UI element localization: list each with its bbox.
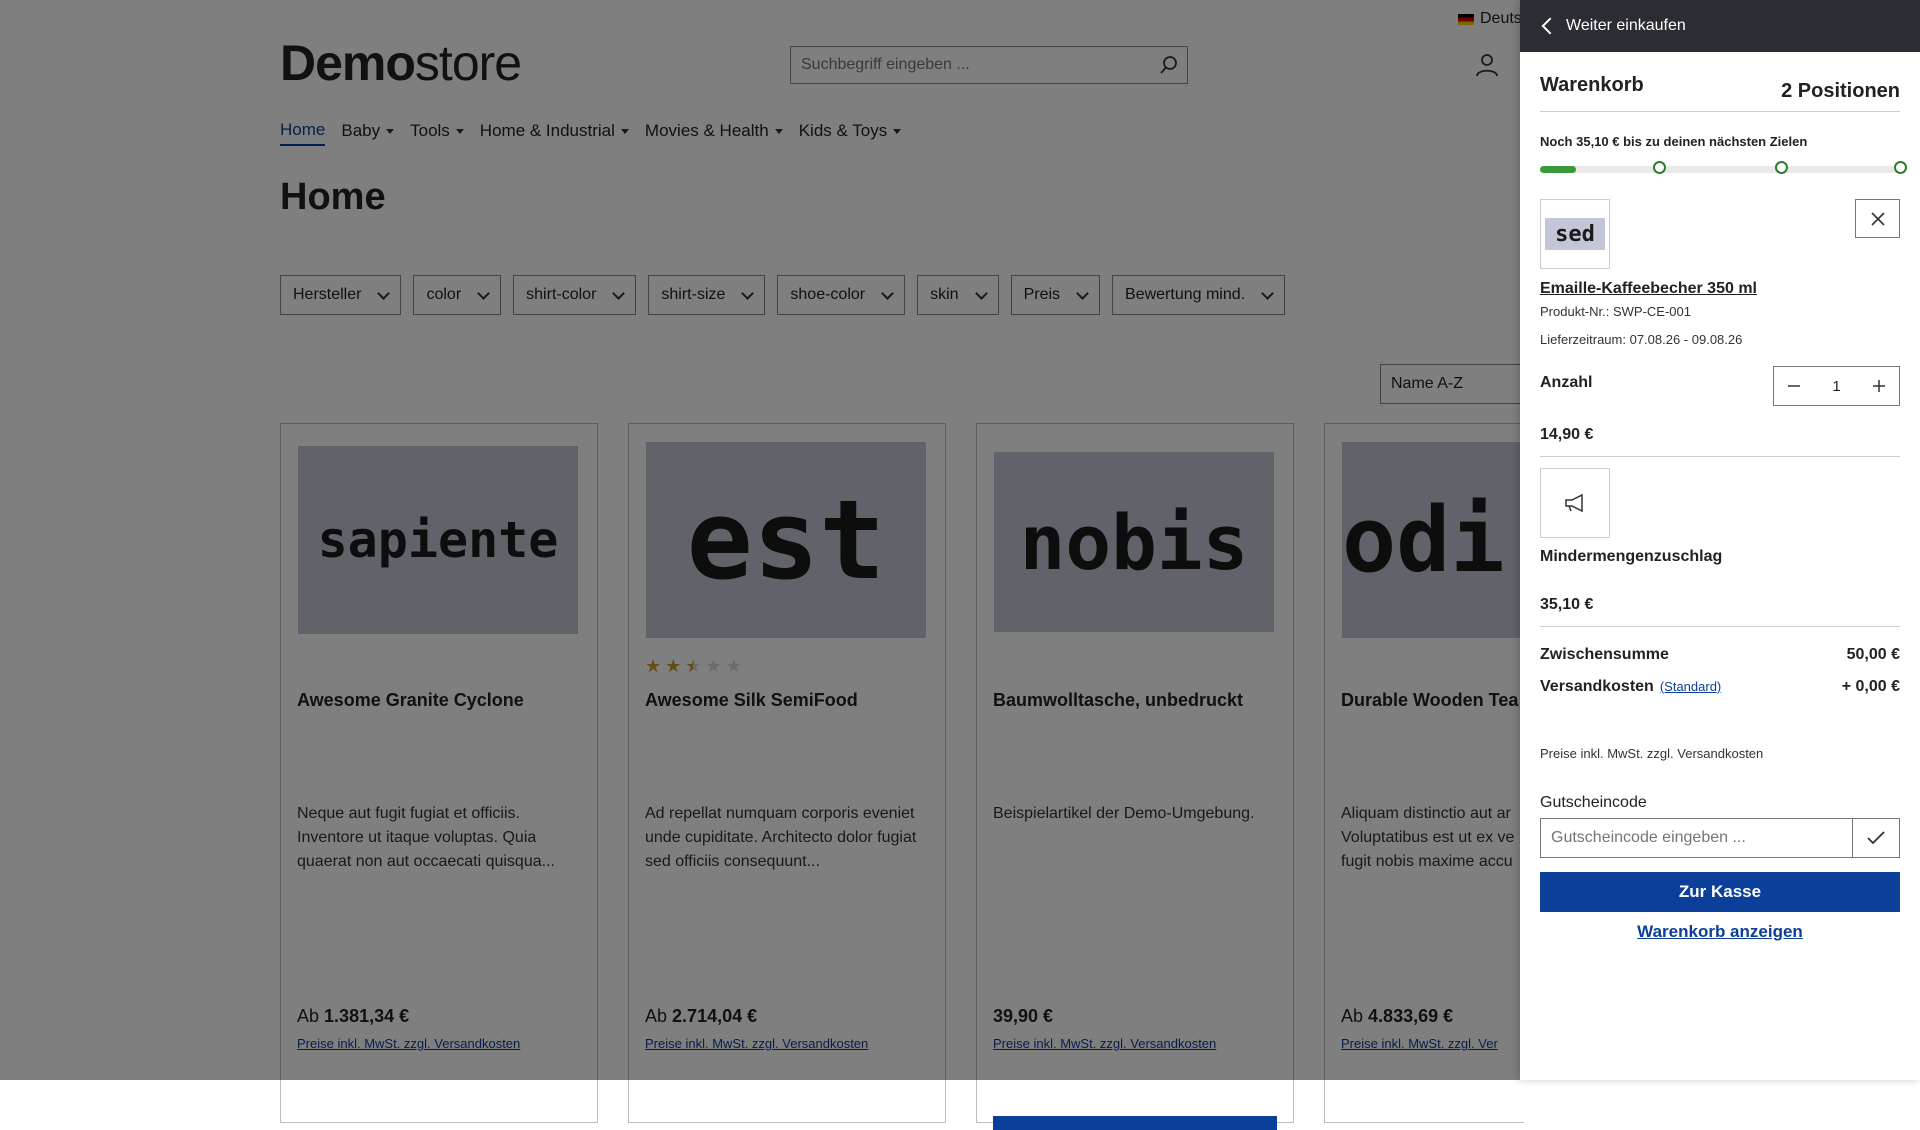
vat-note: Preise inkl. MwSt. zzgl. Versandkosten	[1540, 746, 1764, 761]
shipping-label-text: Versandkosten	[1540, 678, 1654, 695]
increase-quantity-button[interactable]	[1859, 367, 1899, 405]
voucher-input[interactable]	[1541, 819, 1852, 857]
continue-shopping-button[interactable]: Weiter einkaufen	[1520, 0, 1920, 52]
quantity-value[interactable]: 1	[1832, 378, 1840, 395]
checkmark-icon	[1867, 831, 1885, 845]
cart-item-count: 2 Positionen	[1781, 80, 1900, 102]
megaphone-icon	[1565, 493, 1583, 513]
cart-item-price: 14,90 €	[1540, 426, 1594, 443]
shipping-goal-text: Noch 35,10 € bis zu deinen nächsten Ziel…	[1540, 134, 1808, 149]
voucher-label: Gutscheincode	[1540, 794, 1647, 811]
remove-item-button[interactable]	[1855, 199, 1900, 238]
plus-icon	[1873, 380, 1885, 392]
quantity-stepper: 1	[1773, 366, 1900, 406]
apply-voucher-button[interactable]	[1852, 819, 1899, 857]
continue-shopping-label: Weiter einkaufen	[1566, 17, 1686, 34]
goal-milestone-3	[1894, 161, 1907, 174]
subtotal-label: Zwischensumme	[1540, 646, 1669, 663]
shipping-value: + 0,00 €	[1841, 678, 1900, 695]
product-number: Produkt-Nr.: SWP-CE-001	[1540, 304, 1691, 319]
chevron-left-icon	[1541, 17, 1559, 35]
thumbnail-image: sed	[1545, 218, 1605, 250]
surcharge-thumbnail	[1540, 468, 1610, 538]
offcanvas-cart: Weiter einkaufen Warenkorb 2 Positionen …	[1520, 0, 1920, 1080]
goal-progress-track	[1540, 166, 1900, 173]
decrease-quantity-button[interactable]	[1774, 367, 1814, 405]
quantity-label: Anzahl	[1540, 374, 1593, 391]
shipping-label: Versandkosten (Standard)	[1540, 678, 1721, 696]
delivery-time: Lieferzeitraum: 07.08.26 - 09.08.26	[1540, 332, 1743, 347]
divider	[1540, 456, 1900, 457]
divider	[1540, 626, 1900, 627]
minus-icon	[1788, 385, 1800, 387]
cart-item-thumbnail[interactable]: sed	[1540, 199, 1610, 269]
goal-milestone-1	[1653, 161, 1666, 174]
show-cart-link[interactable]: Warenkorb anzeigen	[1540, 922, 1900, 942]
goal-milestone-2	[1775, 161, 1788, 174]
thumbnail-text: sed	[1555, 221, 1595, 247]
subtotal-value: 50,00 €	[1846, 646, 1900, 663]
cart-title: Warenkorb	[1540, 74, 1644, 96]
voucher-field	[1540, 818, 1900, 858]
divider	[1540, 111, 1900, 112]
surcharge-price: 35,10 €	[1540, 596, 1594, 613]
add-to-cart-button[interactable]	[993, 1116, 1277, 1130]
cart-item-name[interactable]: Emaille-Kaffeebecher 350 ml	[1540, 280, 1757, 298]
checkout-button[interactable]: Zur Kasse	[1540, 872, 1900, 912]
close-icon	[1870, 211, 1885, 226]
shipping-method-link[interactable]: (Standard)	[1660, 679, 1721, 694]
surcharge-name: Mindermengenzuschlag	[1540, 548, 1723, 565]
goal-progress-fill	[1540, 166, 1576, 173]
